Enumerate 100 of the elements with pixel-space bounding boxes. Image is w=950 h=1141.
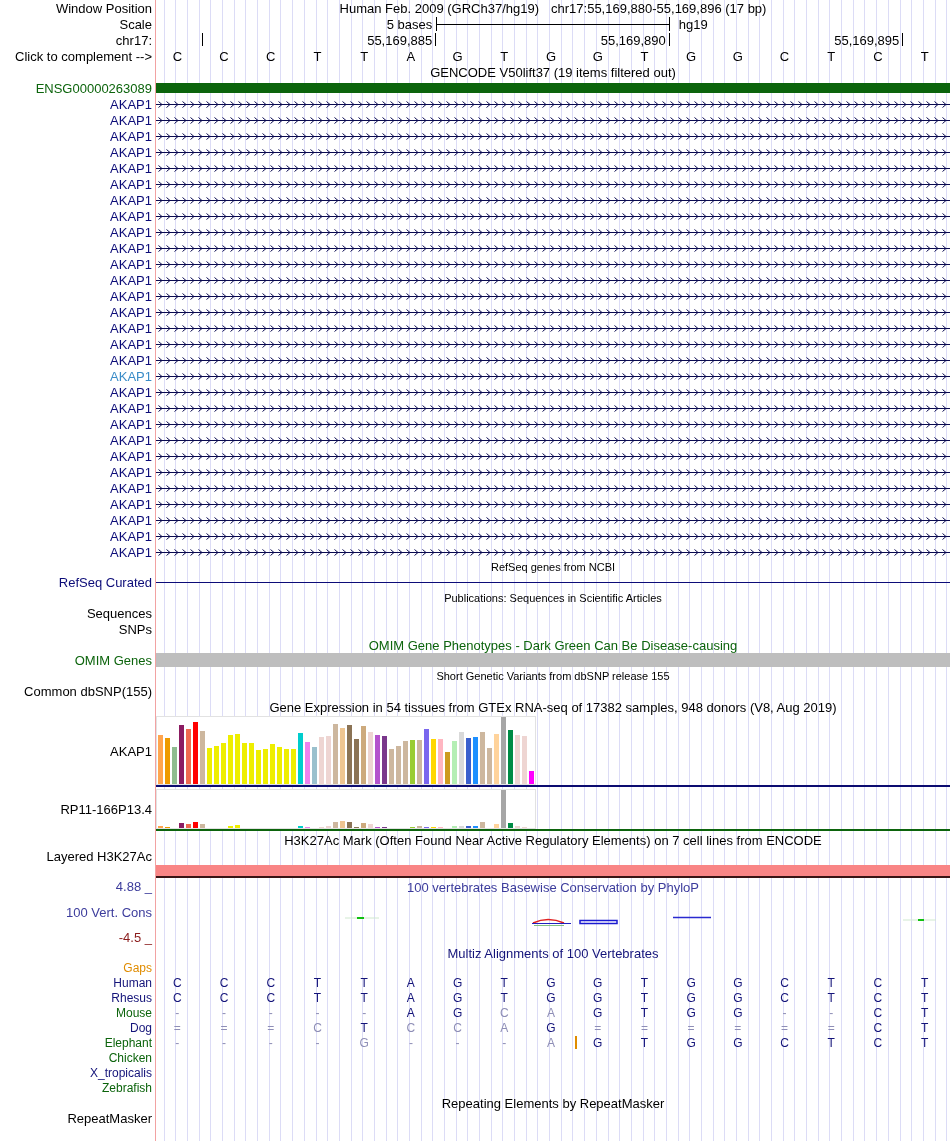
- aligned-base: =: [220, 1021, 228, 1034]
- aligned-base: G: [593, 976, 603, 989]
- aligned-base: G: [733, 1006, 743, 1019]
- gene-label: AKAP1: [110, 497, 152, 511]
- expression-bar: [368, 824, 373, 828]
- track-title: Short Genetic Variants from dbSNP release 155: [436, 670, 670, 682]
- expression-bar: [515, 735, 520, 784]
- aligned-base: G: [452, 991, 463, 1004]
- gene-label: AKAP1: [110, 353, 152, 367]
- gene-label: AKAP1: [110, 193, 152, 207]
- aligned-base: T: [360, 976, 368, 989]
- aligned-base: -: [222, 1006, 227, 1019]
- expression-bar: [242, 743, 247, 784]
- expression-bar: [480, 732, 485, 784]
- ruler-tick-icon: [902, 33, 904, 46]
- aligned-base: A: [406, 1006, 415, 1019]
- expression-bar: [487, 748, 492, 784]
- conservation-mark: [531, 918, 572, 926]
- expression-bar: [158, 735, 163, 784]
- conservation-mark: [672, 916, 712, 919]
- aligned-base: A: [547, 1006, 555, 1019]
- expression-bar: [375, 735, 380, 784]
- conservation-mark: [579, 919, 618, 925]
- aligned-base: C: [266, 976, 276, 989]
- expression-bar: [417, 740, 422, 784]
- expression-bar: [424, 729, 429, 784]
- aligned-base: C: [313, 1021, 322, 1034]
- expression-bar: [200, 824, 205, 828]
- track-title: Multiz Alignments of 100 Vertebrates: [447, 946, 659, 960]
- expression-bar: [347, 822, 352, 828]
- expression-bar: [466, 738, 471, 784]
- aligned-base: T: [920, 1036, 929, 1049]
- expression-bar: [165, 738, 170, 784]
- expression-bar: [221, 743, 226, 784]
- expression-bar: [193, 822, 198, 828]
- aligned-base: C: [873, 991, 883, 1004]
- aligned-base: T: [313, 976, 322, 989]
- gene-label: AKAP1: [110, 241, 152, 255]
- expression-bar: [473, 737, 478, 784]
- aligned-base: =: [781, 1021, 789, 1034]
- expression-bar: [403, 741, 408, 784]
- gene-label: AKAP1: [110, 209, 152, 223]
- sequence-base: C: [266, 49, 276, 63]
- scale-length: 5 bases: [386, 17, 434, 31]
- ruler-position: 55,169,895: [834, 33, 901, 47]
- expression-bar: [228, 735, 233, 784]
- ruler-tick-icon: [435, 33, 437, 46]
- gene-label: AKAP1: [110, 273, 152, 287]
- aligned-base: G: [733, 1036, 743, 1049]
- sequence-base: T: [827, 49, 836, 63]
- sequence-base: T: [920, 49, 929, 63]
- expression-bar: [445, 752, 450, 784]
- expression-bar: [305, 742, 310, 784]
- expression-bar: [494, 824, 499, 828]
- aligned-base: C: [780, 976, 789, 989]
- aligned-base: G: [733, 991, 743, 1004]
- aligned-base: G: [686, 976, 696, 989]
- aligned-base: T: [313, 991, 322, 1004]
- gene-label: AKAP1: [110, 513, 152, 527]
- sequence-base: T: [640, 49, 649, 63]
- aligned-base: -: [175, 1006, 180, 1019]
- aligned-base: G: [593, 1036, 603, 1049]
- gene-label: AKAP1: [110, 129, 152, 143]
- axis-max-label: 4.88 _: [115, 880, 152, 893]
- gene-label: AKAP1: [110, 97, 152, 111]
- expression-bar: [319, 737, 324, 784]
- aligned-base: A: [406, 976, 415, 989]
- aligned-base: G: [686, 1036, 696, 1049]
- complement-link[interactable]: Click to complement -->: [15, 49, 152, 63]
- expression-bar: [347, 725, 352, 784]
- aligned-base: C: [219, 976, 229, 989]
- ruler-position: 55,169,890: [600, 33, 667, 47]
- track-title: H3K27Ac Mark (Often Found Near Active Regulatory Elements) on 7 cell lines from ENCODE: [284, 834, 822, 847]
- expression-bar: [501, 790, 506, 828]
- track-title: RefSeq genes from NCBI: [490, 562, 616, 573]
- expression-bar: [396, 746, 401, 784]
- row-label: chr17:: [115, 33, 152, 47]
- expression-bar: [270, 744, 275, 784]
- species-label: Mouse: [115, 1006, 152, 1019]
- axis-min-label: -4.5 _: [118, 931, 152, 944]
- row-label: Scale: [119, 17, 152, 31]
- aligned-base: G: [359, 1036, 369, 1049]
- expression-bar: [382, 736, 387, 784]
- aligned-base: =: [734, 1021, 742, 1034]
- track-label: Layered H3K27Ac: [46, 850, 152, 863]
- expression-bar: [172, 747, 177, 784]
- aligned-base: C: [219, 991, 229, 1004]
- track-title: Publications: Sequences in Scientific Articles: [444, 592, 662, 604]
- expression-bar: [326, 736, 331, 784]
- aligned-base: -: [268, 1036, 273, 1049]
- aligned-base: G: [686, 991, 696, 1004]
- track-title: OMIM Gene Phenotypes - Dark Green Can Be Disease-causing: [368, 638, 738, 652]
- track-label: 100 Vert. Cons: [66, 905, 152, 919]
- aligned-base: G: [452, 976, 463, 989]
- aligned-base: =: [827, 1021, 835, 1034]
- sequence-base: C: [779, 49, 790, 63]
- aligned-base: G: [546, 1021, 556, 1034]
- sequence-base: T: [360, 49, 369, 63]
- expression-bar: [284, 749, 289, 784]
- gene-label: AKAP1: [110, 401, 152, 415]
